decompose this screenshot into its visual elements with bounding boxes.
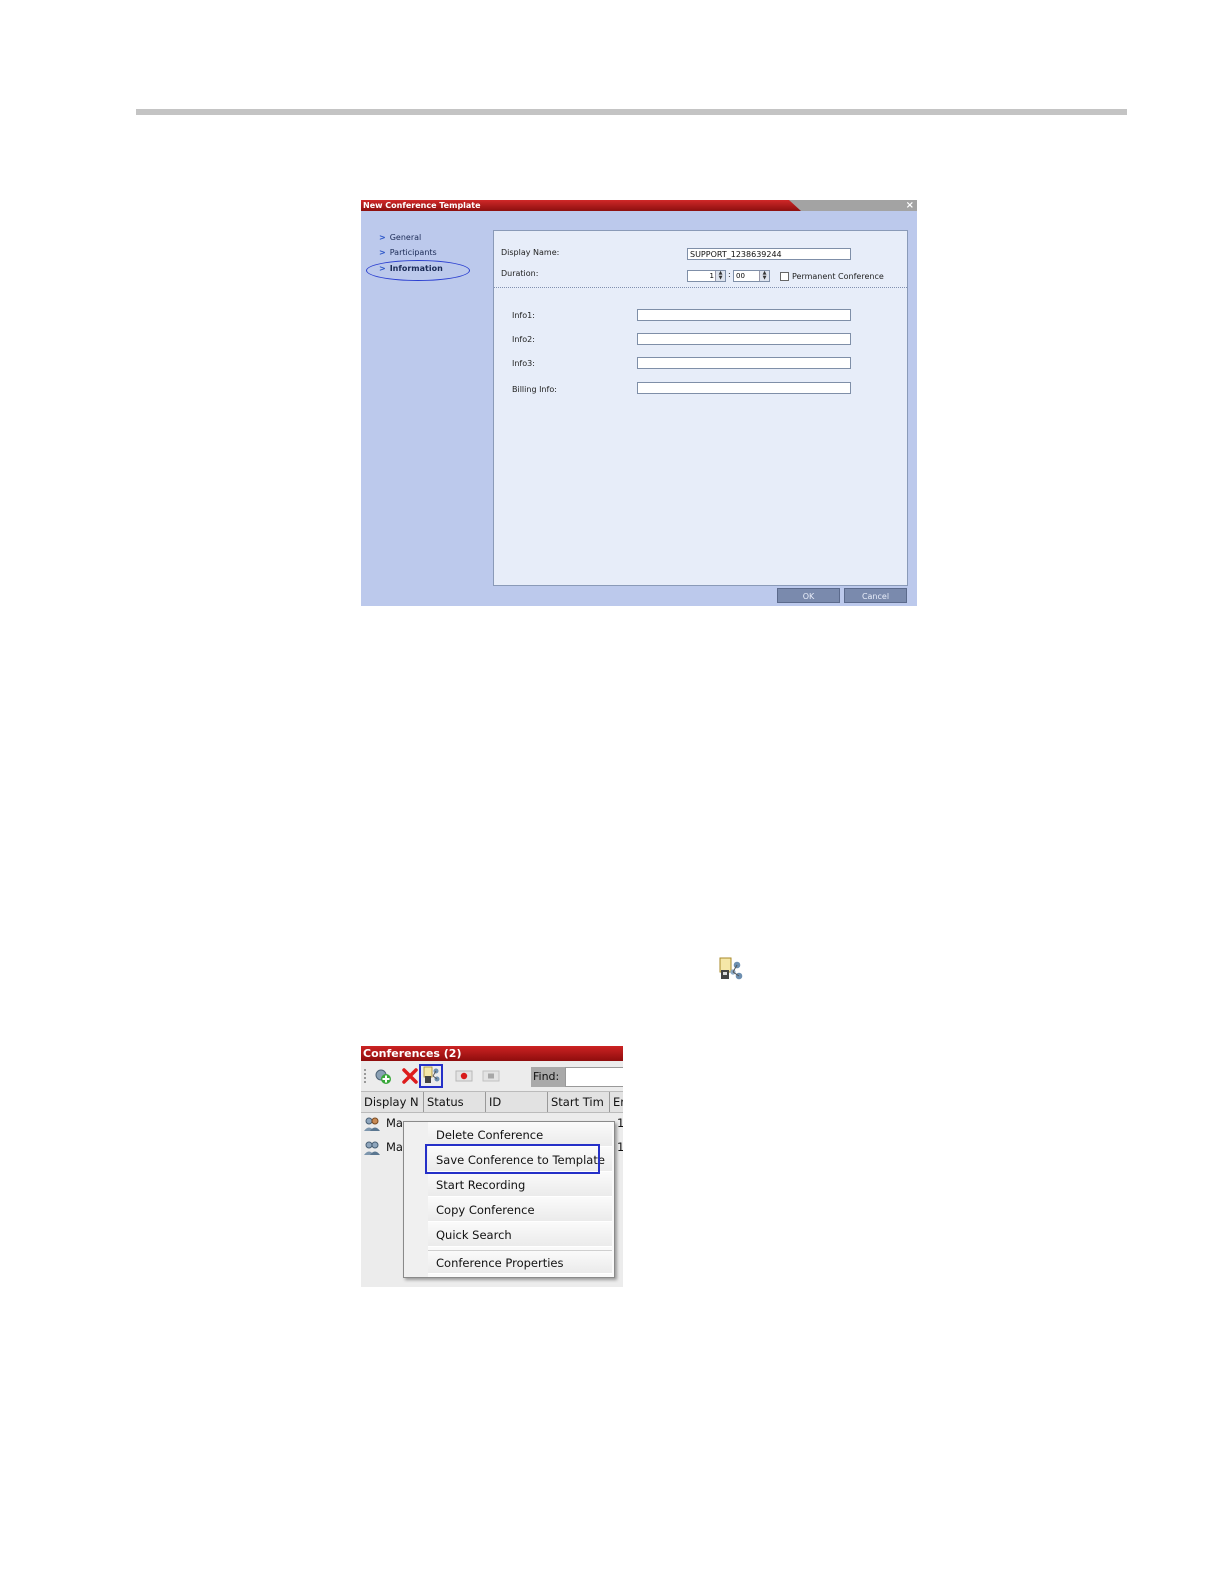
info3-field[interactable] — [637, 357, 851, 369]
conferences-toolbar: Find: — [361, 1062, 623, 1090]
conferences-title: Conferences (2) — [361, 1046, 623, 1061]
nav-item-participants[interactable]: > Participants — [379, 248, 437, 257]
permanent-conference-checkbox[interactable] — [780, 272, 789, 281]
stepper-arrows-icon[interactable]: ▲ ▼ — [715, 271, 725, 281]
ok-button[interactable]: OK — [777, 588, 840, 603]
divider — [494, 287, 907, 288]
menu-item-conference-properties[interactable]: Conference Properties — [428, 1250, 612, 1274]
information-panel: Display Name: SUPPORT_1238639244 Duratio… — [493, 230, 908, 586]
dialog-title: New Conference Template — [363, 201, 481, 210]
column-end-time[interactable]: En — [610, 1092, 623, 1112]
info1-field[interactable] — [637, 309, 851, 321]
chevron-right-icon: > — [379, 248, 386, 257]
new-conference-template-dialog: New Conference Template × > General > Part… — [361, 200, 917, 606]
delete-conference-icon[interactable] — [401, 1067, 419, 1085]
info1-label: Info1: — [512, 311, 535, 320]
column-id[interactable]: ID — [486, 1092, 548, 1112]
info2-label: Info2: — [512, 335, 535, 344]
display-name-field[interactable]: SUPPORT_1238639244 — [687, 248, 851, 260]
highlight-ellipse — [366, 260, 470, 281]
page-header-rule — [136, 109, 1127, 115]
menu-highlight-box — [425, 1144, 600, 1174]
toolbar-highlight-box — [419, 1064, 443, 1088]
duration-label: Duration: — [501, 269, 539, 278]
column-display-name[interactable]: Display N — [361, 1092, 424, 1112]
info2-field[interactable] — [637, 333, 851, 345]
cancel-button[interactable]: Cancel — [844, 588, 907, 603]
permanent-conference-label: Permanent Conference — [792, 272, 884, 281]
stop-recording-icon[interactable] — [482, 1067, 500, 1085]
display-name-label: Display Name: — [501, 248, 560, 257]
find-label: Find: — [531, 1067, 565, 1087]
start-recording-icon[interactable] — [455, 1067, 473, 1085]
save-conference-to-template-icon — [719, 957, 743, 980]
duration-minutes-stepper[interactable]: 00 ▲ ▼ — [733, 270, 770, 282]
toolbar-grip — [364, 1069, 368, 1083]
conference-end-time: 1 — [617, 1140, 623, 1154]
conference-icon — [364, 1117, 380, 1131]
conference-icon — [364, 1141, 380, 1155]
menu-item-quick-search[interactable]: Quick Search — [428, 1223, 612, 1247]
conference-end-time: 1 — [617, 1116, 623, 1130]
find-input[interactable] — [565, 1067, 623, 1087]
duration-separator: : — [728, 270, 731, 279]
chevron-right-icon: > — [379, 233, 386, 242]
info3-label: Info3: — [512, 359, 535, 368]
conference-name: Ma — [386, 1116, 403, 1130]
column-start-time[interactable]: Start Tim — [548, 1092, 610, 1112]
menu-item-copy-conference[interactable]: Copy Conference — [428, 1198, 612, 1222]
dialog-title-bar: New Conference Template × — [361, 200, 917, 211]
close-icon[interactable]: × — [906, 200, 914, 211]
menu-item-start-recording[interactable]: Start Recording — [428, 1173, 612, 1197]
stepper-arrows-icon[interactable]: ▲ ▼ — [759, 271, 769, 281]
conference-name: Ma — [386, 1140, 403, 1154]
billing-info-field[interactable] — [637, 382, 851, 394]
column-status[interactable]: Status — [424, 1092, 486, 1112]
duration-hours-stepper[interactable]: 1 ▲ ▼ — [687, 270, 726, 282]
nav-item-general[interactable]: > General — [379, 233, 421, 242]
new-conference-icon[interactable] — [374, 1067, 392, 1085]
billing-info-label: Billing Info: — [512, 385, 557, 394]
conferences-table-header: Display N Status ID Start Tim En — [361, 1091, 623, 1113]
